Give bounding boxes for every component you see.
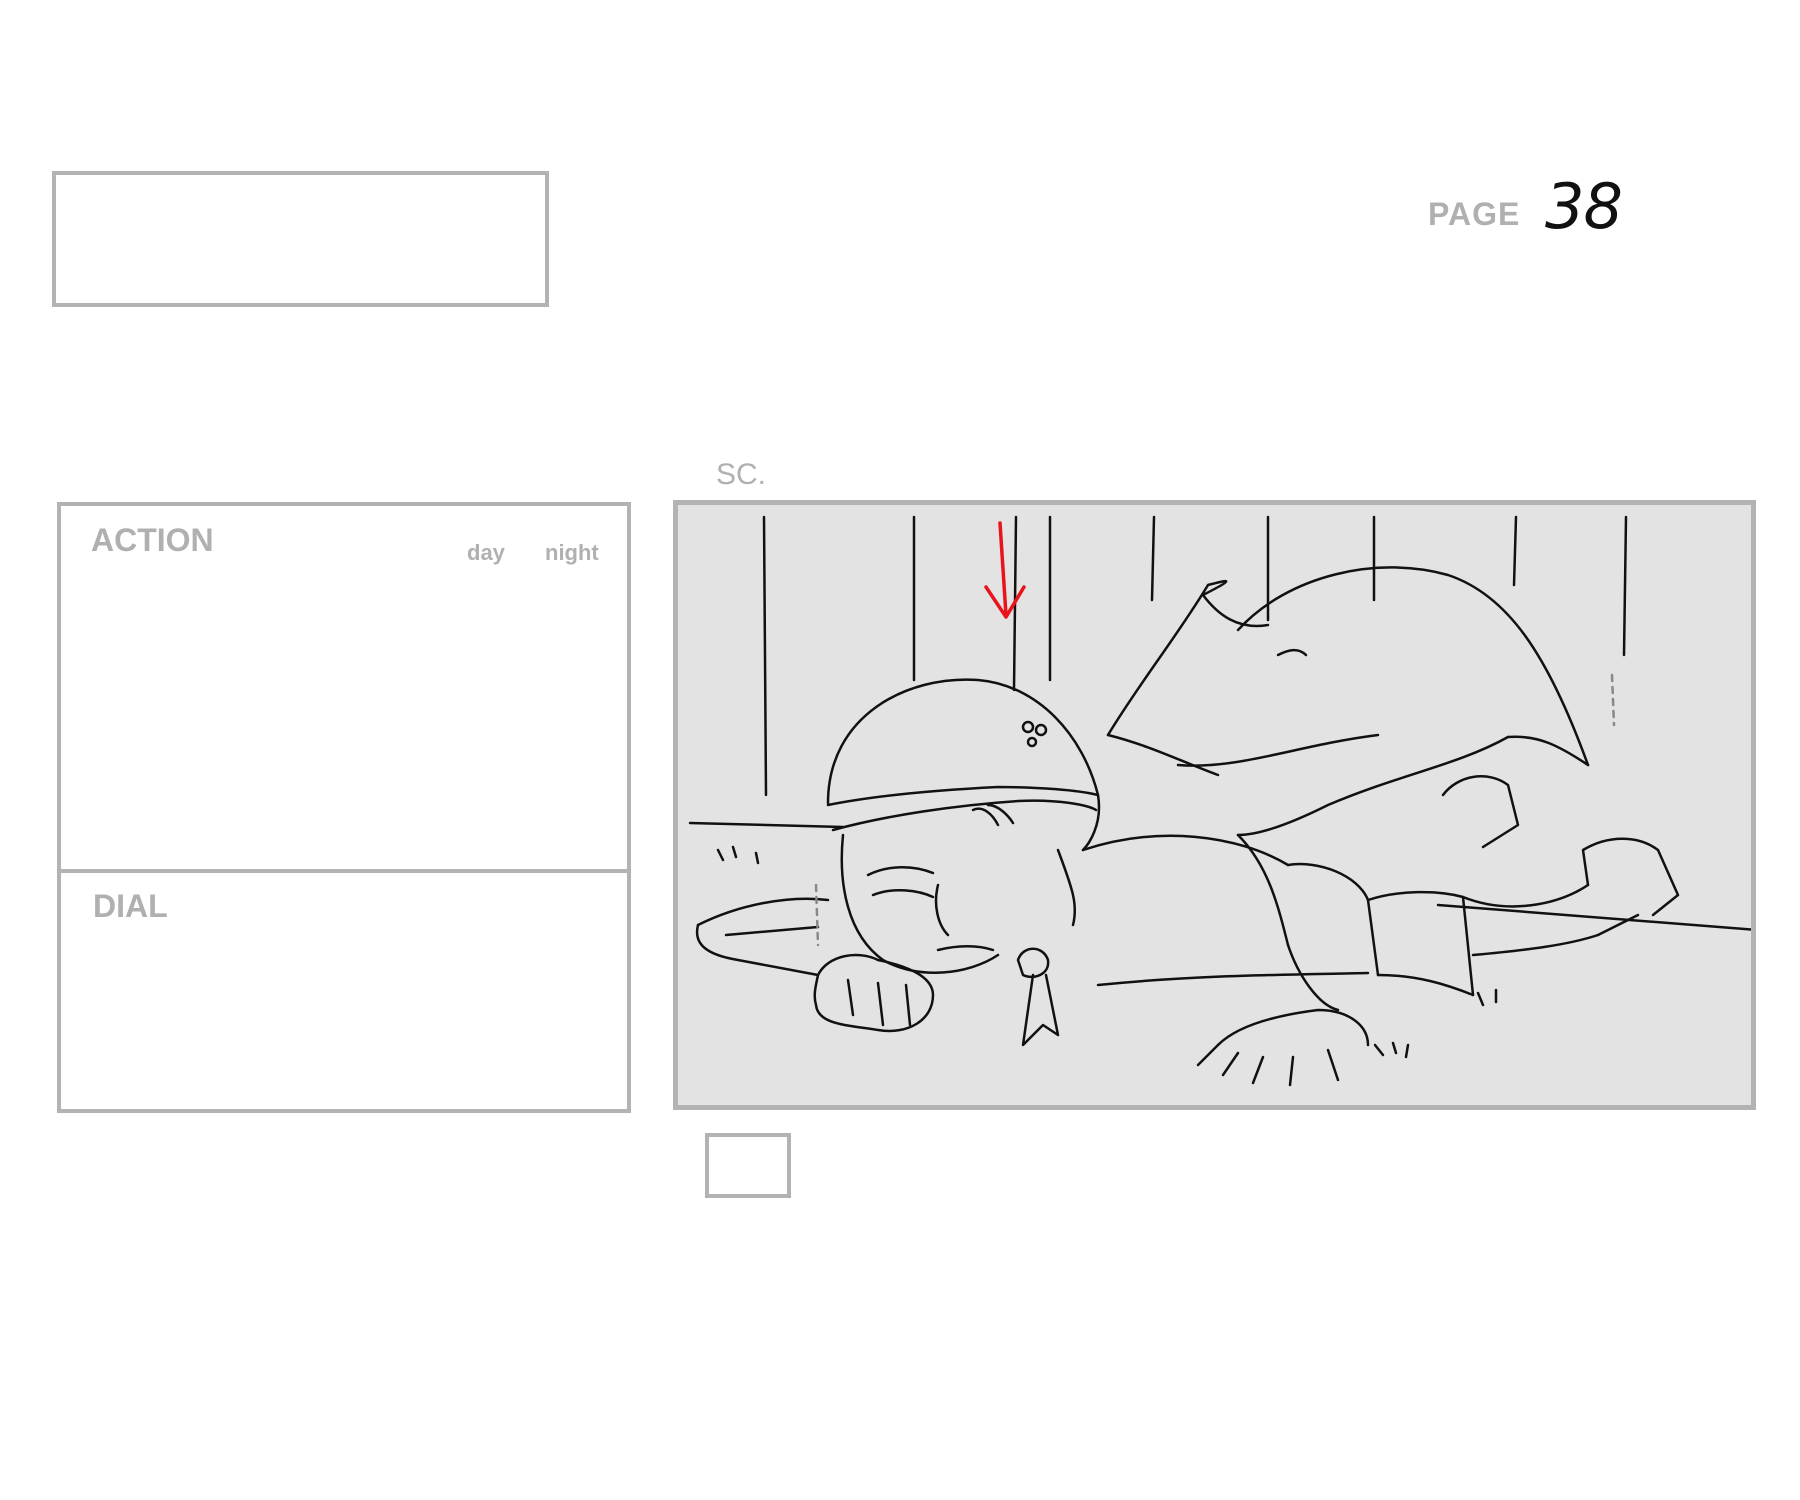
notes-divider bbox=[61, 869, 627, 873]
storyboard-panel[interactable] bbox=[673, 500, 1756, 1110]
panel-number-box[interactable] bbox=[705, 1133, 791, 1198]
page-number: 38 bbox=[1545, 170, 1623, 243]
scene-label: SC. bbox=[716, 458, 767, 491]
page-label: PAGE bbox=[1428, 196, 1521, 232]
storyboard-sketch-icon bbox=[688, 515, 1751, 1087]
night-label[interactable]: night bbox=[545, 540, 599, 566]
dial-label: DIAL bbox=[93, 888, 168, 924]
action-label: ACTION bbox=[91, 522, 214, 558]
notes-box: ACTION day night DIAL bbox=[57, 502, 631, 1113]
title-box[interactable] bbox=[52, 171, 549, 307]
day-label[interactable]: day bbox=[467, 540, 505, 566]
